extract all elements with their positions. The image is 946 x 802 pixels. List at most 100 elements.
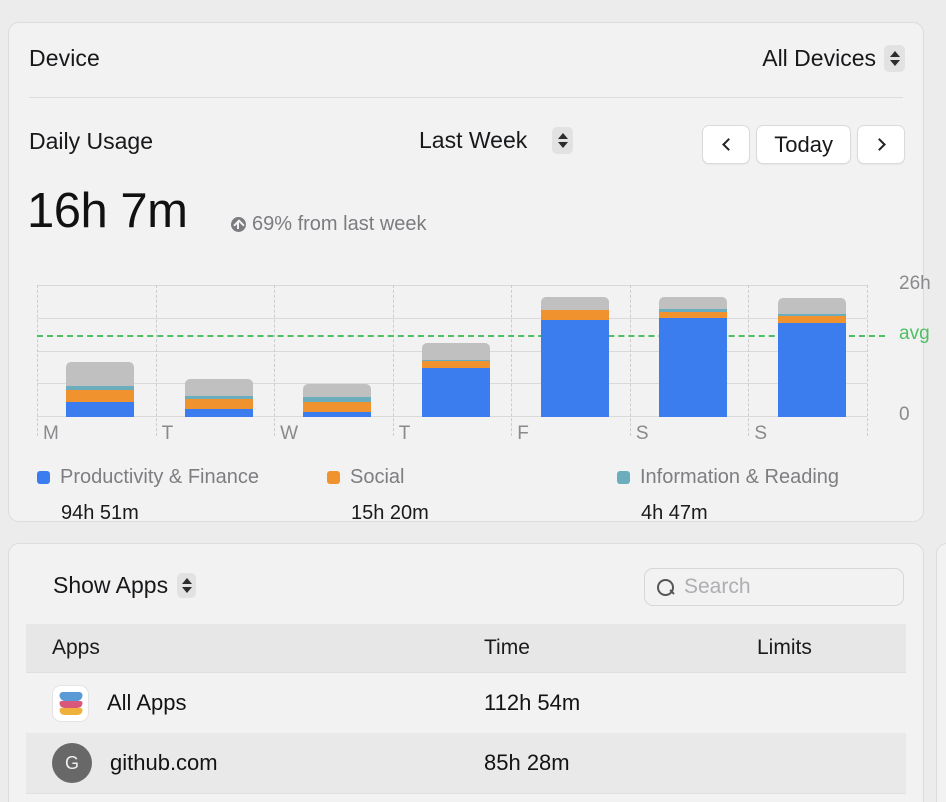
app-name: github.com: [110, 750, 218, 775]
chart-bar-segment: [777, 322, 846, 417]
table-row-separator: [26, 793, 906, 794]
chart-day-divider: [274, 285, 276, 436]
app-time: 85h 28m: [484, 750, 570, 775]
chart-bar-segment: [303, 411, 372, 417]
device-row: Device All Devices: [9, 23, 923, 96]
chart-day-divider: [867, 285, 868, 436]
chart-legend: Productivity & Finance Social Informatio…: [37, 464, 917, 524]
chart-average-label: avg: [899, 322, 930, 344]
range-selected-value: Last Week: [419, 127, 528, 153]
chevron-right-icon: [872, 138, 886, 151]
chart-x-tick-label: S: [754, 423, 768, 444]
chart-y-tick-label: 0: [899, 404, 910, 425]
device-selected-value: All Devices: [762, 45, 876, 71]
column-header-time: Time: [484, 636, 530, 659]
app-name: All Apps: [107, 690, 187, 715]
chart-bar[interactable]: [66, 361, 135, 417]
chart-day-divider: [629, 285, 631, 436]
chart-bar-segment: [303, 401, 372, 412]
chart-x-tick-label: T: [398, 423, 411, 444]
search-box[interactable]: [644, 568, 904, 606]
chart-bar-segment: [422, 368, 490, 417]
app-cell: G github.com: [52, 743, 218, 783]
chart-bar-segment: [66, 361, 135, 386]
chart-day-divider: [748, 285, 750, 436]
chart-bar-segment: [184, 408, 253, 417]
chart-x-tick-label: F: [517, 423, 529, 444]
legend-total-2: 4h 47m: [641, 502, 708, 524]
show-apps-label: Show Apps: [53, 572, 169, 598]
legend-item-2[interactable]: Information & Reading: [617, 466, 839, 489]
chart-bar-segment: [540, 310, 609, 321]
chart-bar[interactable]: [184, 378, 253, 417]
range-picker[interactable]: Last Week: [419, 127, 574, 154]
chart-bar[interactable]: [540, 296, 609, 417]
table-header: Apps Time Limits: [26, 624, 906, 672]
chart-bar-segment: [422, 342, 490, 361]
device-picker[interactable]: All Devices: [762, 45, 905, 72]
legend-label: Social: [350, 466, 405, 488]
chart-bar-segment: [422, 361, 490, 369]
chart-bar[interactable]: [659, 297, 728, 417]
show-apps-up-down-stepper-icon[interactable]: [177, 573, 197, 598]
chart-average-line: [37, 334, 885, 337]
legend-swatch-icon: [37, 471, 50, 484]
legend-label: Information & Reading: [640, 466, 840, 488]
date-nav-group: Today: [702, 125, 905, 164]
chart-day-divider: [155, 285, 157, 436]
legend-total-0: 94h 51m: [61, 502, 139, 524]
chart-x-tick-label: S: [635, 423, 649, 444]
chart-bar-segment: [777, 315, 846, 323]
usage-delta: 69% from last week: [231, 213, 427, 236]
chart-y-tick-label: 26h: [899, 273, 931, 294]
device-label: Device: [29, 45, 100, 71]
daily-usage-title: Daily Usage: [29, 128, 153, 154]
chevron-left-icon: [721, 138, 735, 151]
range-up-down-stepper-icon[interactable]: [552, 127, 574, 154]
table-row[interactable]: All Apps 112h 54m: [26, 673, 906, 733]
chart-gridline: [37, 317, 867, 319]
chart-bar-segment: [777, 297, 846, 314]
legend-label: Productivity & Finance: [60, 466, 259, 488]
app-cell: All Apps: [52, 684, 187, 722]
search-input[interactable]: [684, 575, 891, 599]
chart-day-divider: [392, 285, 394, 436]
usage-delta-text: 69% from last week: [252, 213, 427, 235]
previous-period-button[interactable]: [702, 125, 751, 164]
next-period-button[interactable]: [857, 125, 905, 164]
total-usage-value: 16h 7m: [27, 184, 188, 238]
chart-day-divider: [37, 285, 38, 436]
divider: [29, 97, 903, 98]
adjacent-panel: [936, 543, 946, 802]
table-row[interactable]: G github.com 85h 28m: [26, 733, 906, 793]
app-time: 112h 54m: [484, 690, 581, 715]
chart-x-tick-label: M: [43, 423, 59, 444]
usage-card: Device All Devices Daily Usage Last Week…: [8, 22, 931, 524]
chart-bar[interactable]: [303, 383, 372, 417]
chart-bar-segment: [184, 398, 253, 409]
chart-bar-segment: [66, 401, 135, 417]
chart-day-divider: [511, 285, 513, 436]
screen-root: Device All Devices Daily Usage Last Week…: [0, 0, 946, 802]
chart-bar-segment: [540, 296, 609, 310]
column-header-apps: Apps: [52, 636, 100, 659]
legend-item-0[interactable]: Productivity & Finance: [37, 466, 259, 489]
chart-x-tick-label: W: [280, 423, 299, 444]
chart-bar-segment: [66, 389, 135, 402]
show-apps-picker[interactable]: Show Apps: [53, 572, 197, 599]
daily-usage-chart: M T W T F S S 26h 0 avg: [37, 273, 931, 444]
arrow-up-circle-icon: [231, 217, 246, 232]
today-button[interactable]: Today: [756, 125, 851, 164]
up-down-stepper-icon[interactable]: [884, 45, 905, 72]
chart-bar[interactable]: [777, 297, 846, 417]
chart-bar-segment: [659, 297, 728, 310]
chart-bar[interactable]: [422, 342, 490, 417]
chart-x-tick-label: T: [161, 423, 174, 444]
all-apps-layers-icon: [52, 684, 89, 722]
column-header-limits: Limits: [757, 636, 812, 659]
legend-swatch-icon: [327, 471, 340, 484]
chart-bar-segment: [303, 383, 372, 397]
chart-bar-segment: [659, 318, 728, 417]
chart-bar-segment: [184, 378, 253, 396]
legend-item-1[interactable]: Social: [327, 466, 404, 489]
